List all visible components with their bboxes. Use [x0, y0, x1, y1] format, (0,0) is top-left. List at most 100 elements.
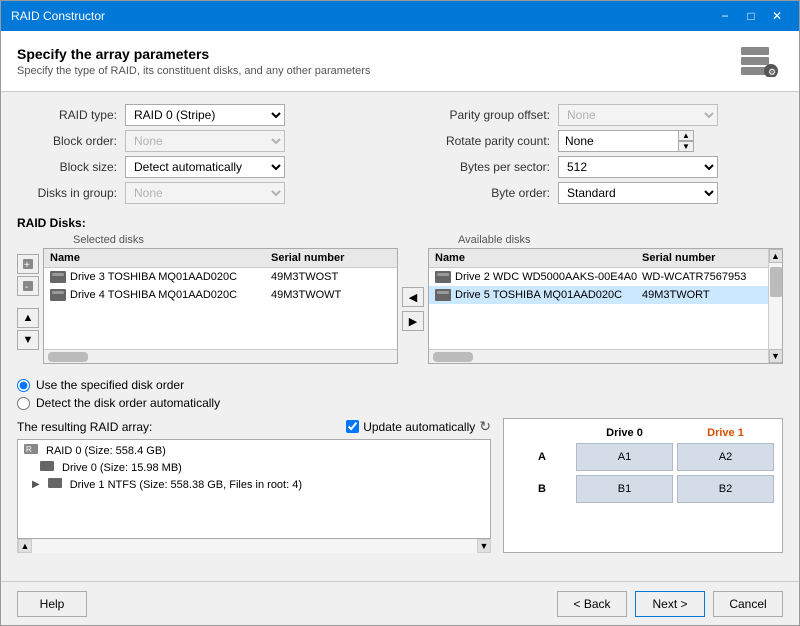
result-section: The resulting RAID array: Update automat…	[17, 418, 783, 553]
svg-text:-: -	[25, 282, 28, 293]
tree-item-label: Drive 1 NTFS (Size: 558.38 GB, Files in …	[70, 479, 302, 491]
rotate-parity-input[interactable]	[558, 130, 678, 152]
result-header: The resulting RAID array: Update automat…	[17, 418, 491, 435]
selected-list-header: Name Serial number	[44, 249, 397, 268]
raid-type-select[interactable]: RAID 0 (Stripe)	[125, 104, 285, 126]
bytes-per-sector-label: Bytes per sector:	[410, 160, 550, 174]
raid-disks-label: RAID Disks:	[17, 216, 783, 230]
drive-icon	[40, 461, 54, 474]
tree-item-label: Drive 0 (Size: 15.98 MB)	[62, 462, 182, 474]
minimize-button[interactable]: −	[713, 6, 737, 26]
byte-order-label: Byte order:	[410, 186, 550, 200]
disk-name: Drive 3 TOSHIBA MQ01AAD020C	[70, 271, 271, 283]
grid-cell-b2[interactable]: B2	[677, 475, 774, 503]
list-item[interactable]: Drive 4 TOSHIBA MQ01AAD020C 49M3TWOWT	[44, 286, 397, 304]
disk-order-radio-1: Use the specified disk order	[17, 378, 783, 392]
parity-offset-row: Parity group offset: None	[410, 104, 783, 126]
tree-item[interactable]: R RAID 0 (Size: 558.4 GB)	[20, 442, 488, 459]
add-disk-button[interactable]: +	[17, 254, 39, 274]
refresh-icon[interactable]: ↻	[479, 418, 491, 435]
list-item[interactable]: Drive 5 TOSHIBA MQ01AAD020C 49M3TWORT	[429, 286, 768, 304]
spinner-up[interactable]: ▲	[678, 130, 694, 141]
svg-text:+: +	[24, 260, 30, 271]
tree-item[interactable]: ▶ Drive 1 NTFS (Size: 558.38 GB, Files i…	[20, 476, 488, 493]
drive-grid-panel: Drive 0 Drive 1 A A1 A2 B B1 B2	[503, 418, 783, 553]
back-button[interactable]: < Back	[557, 591, 627, 617]
disk-name: Drive 2 WDC WD5000AAKS-00E4A0	[455, 271, 642, 283]
scroll-thumb	[770, 267, 782, 297]
raid-disks-section: RAID Disks: + - ▲ ▼ Selected disks	[17, 216, 783, 364]
row-b-label: B	[512, 475, 572, 503]
disk-order-auto-label: Detect the disk order automatically	[36, 396, 220, 410]
footer-left: Help	[17, 591, 87, 617]
page-title: Specify the array parameters	[17, 46, 370, 62]
tree-item[interactable]: Drive 0 (Size: 15.98 MB)	[20, 459, 488, 476]
disk-name: Drive 5 TOSHIBA MQ01AAD020C	[455, 289, 642, 301]
maximize-button[interactable]: □	[739, 6, 763, 26]
block-size-label: Block size:	[17, 160, 117, 174]
titlebar: RAID Constructor − □ ✕	[1, 1, 799, 31]
disk-icon	[435, 271, 451, 283]
available-disks-panel: Available disks Name Serial number	[428, 234, 783, 364]
raid-type-label: RAID type:	[17, 108, 117, 122]
params-section: RAID type: RAID 0 (Stripe) Block order: …	[17, 104, 783, 208]
disk-order-specified-label: Use the specified disk order	[36, 378, 184, 392]
rotate-parity-row: Rotate parity count: ▲ ▼	[410, 130, 783, 152]
selected-disk-list-container: Name Serial number Drive 3 TOSHIBA MQ01A…	[43, 248, 398, 364]
block-size-select[interactable]: Detect automatically	[125, 156, 285, 178]
left-disk-toolbar: + - ▲ ▼	[17, 234, 39, 364]
hscroll-thumb	[433, 352, 473, 362]
svg-text:⚙: ⚙	[768, 67, 776, 77]
block-order-select[interactable]: None	[125, 130, 285, 152]
result-scroll-down[interactable]: ▼	[477, 539, 491, 553]
result-left: The resulting RAID array: Update automat…	[17, 418, 491, 553]
close-button[interactable]: ✕	[765, 6, 789, 26]
disk-order-specified-radio[interactable]	[17, 379, 30, 392]
disk-order-radio-2: Detect the disk order automatically	[17, 396, 783, 410]
grid-empty	[512, 427, 572, 439]
move-down-button[interactable]: ▼	[17, 330, 39, 350]
remove-disk-button[interactable]: -	[17, 276, 39, 296]
drive0-header: Drive 0	[576, 427, 673, 439]
available-list-inner: Name Serial number Drive 2 WDC WD5000AAK…	[429, 249, 768, 363]
disks-in-group-row: Disks in group: None	[17, 182, 390, 204]
spinner-down[interactable]: ▼	[678, 141, 694, 152]
transfer-left-button[interactable]: ◀	[402, 287, 424, 307]
tree-expand-arrow[interactable]: ▶	[32, 479, 40, 490]
update-check: Update automatically ↻	[346, 418, 491, 435]
result-scroll-up[interactable]: ▲	[18, 539, 32, 553]
hscroll-thumb	[48, 352, 88, 362]
scroll-up-arrow[interactable]: ▲	[769, 249, 783, 263]
bytes-per-sector-select[interactable]: 512	[558, 156, 718, 178]
disks-in-group-label: Disks in group:	[17, 186, 117, 200]
transfer-right-button[interactable]: ▶	[402, 311, 424, 331]
left-params: RAID type: RAID 0 (Stripe) Block order: …	[17, 104, 390, 208]
block-order-label: Block order:	[17, 134, 117, 148]
grid-cell-a1[interactable]: A1	[576, 443, 673, 471]
footer-right: < Back Next > Cancel	[557, 591, 783, 617]
main-window: RAID Constructor − □ ✕ Specify the array…	[0, 0, 800, 626]
grid-cell-a2[interactable]: A2	[677, 443, 774, 471]
next-button[interactable]: Next >	[635, 591, 705, 617]
drive-grid: Drive 0 Drive 1 A A1 A2 B B1 B2	[504, 419, 782, 511]
available-serial-col: Serial number	[642, 252, 762, 264]
row-a-label: A	[512, 443, 572, 471]
grid-cell-b1[interactable]: B1	[576, 475, 673, 503]
disks-in-group-select[interactable]: None	[125, 182, 285, 204]
update-auto-checkbox[interactable]	[346, 420, 359, 433]
disk-serial: WD-WCATR7567953	[642, 271, 762, 283]
scroll-down-arrow[interactable]: ▼	[769, 349, 783, 363]
byte-order-select[interactable]: Standard	[558, 182, 718, 204]
list-item[interactable]: Drive 3 TOSHIBA MQ01AAD020C 49M3TWOST	[44, 268, 397, 286]
list-item[interactable]: Drive 2 WDC WD5000AAKS-00E4A0 WD-WCATR75…	[429, 268, 768, 286]
transfer-buttons: ◀ ▶	[402, 234, 424, 364]
parity-offset-select[interactable]: None	[558, 104, 718, 126]
disk-order-auto-radio[interactable]	[17, 397, 30, 410]
disk-serial: 49M3TWOST	[271, 271, 391, 283]
disk-icon	[50, 289, 66, 301]
help-button[interactable]: Help	[17, 591, 87, 617]
selected-disks-panel: Selected disks Name Serial number Drive …	[43, 234, 398, 364]
move-up-button[interactable]: ▲	[17, 308, 39, 328]
selected-name-col: Name	[50, 252, 271, 264]
cancel-button[interactable]: Cancel	[713, 591, 783, 617]
